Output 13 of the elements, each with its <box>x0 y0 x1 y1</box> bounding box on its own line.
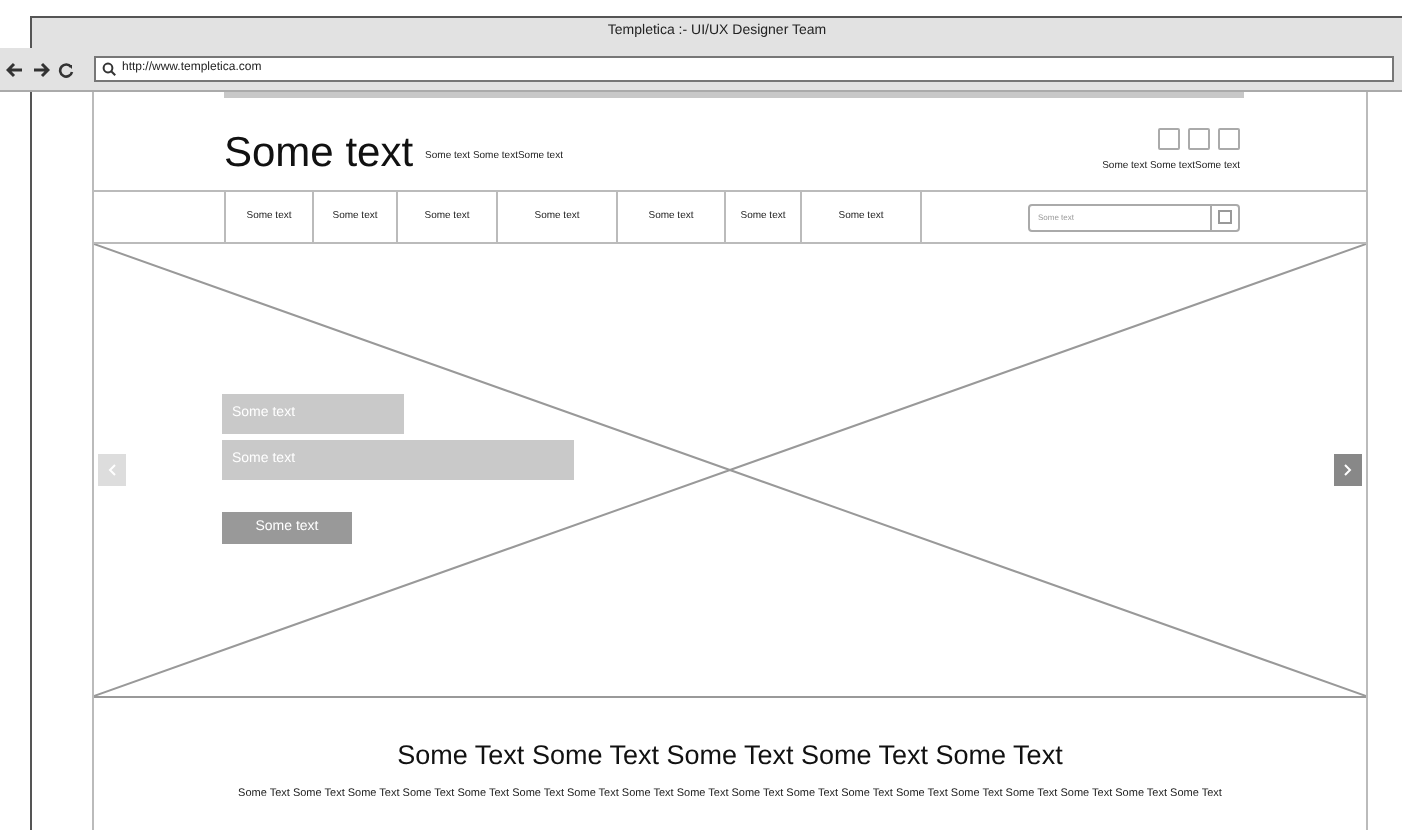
next-button[interactable] <box>1334 454 1362 486</box>
forward-icon[interactable] <box>32 61 50 77</box>
chevron-left-icon <box>108 464 116 476</box>
search-icon <box>102 62 116 76</box>
back-icon[interactable] <box>6 61 24 77</box>
social-icon[interactable] <box>1158 127 1180 149</box>
social-icon[interactable] <box>1188 127 1210 149</box>
chevron-right-icon <box>1344 464 1352 476</box>
reload-icon[interactable] <box>58 61 74 77</box>
social-icon[interactable] <box>1218 127 1240 149</box>
section-heading: Some Text Some Text Some Text Some Text Some Text <box>397 738 1063 774</box>
site-title: Some text <box>224 132 414 174</box>
search-button[interactable] <box>1218 210 1232 224</box>
